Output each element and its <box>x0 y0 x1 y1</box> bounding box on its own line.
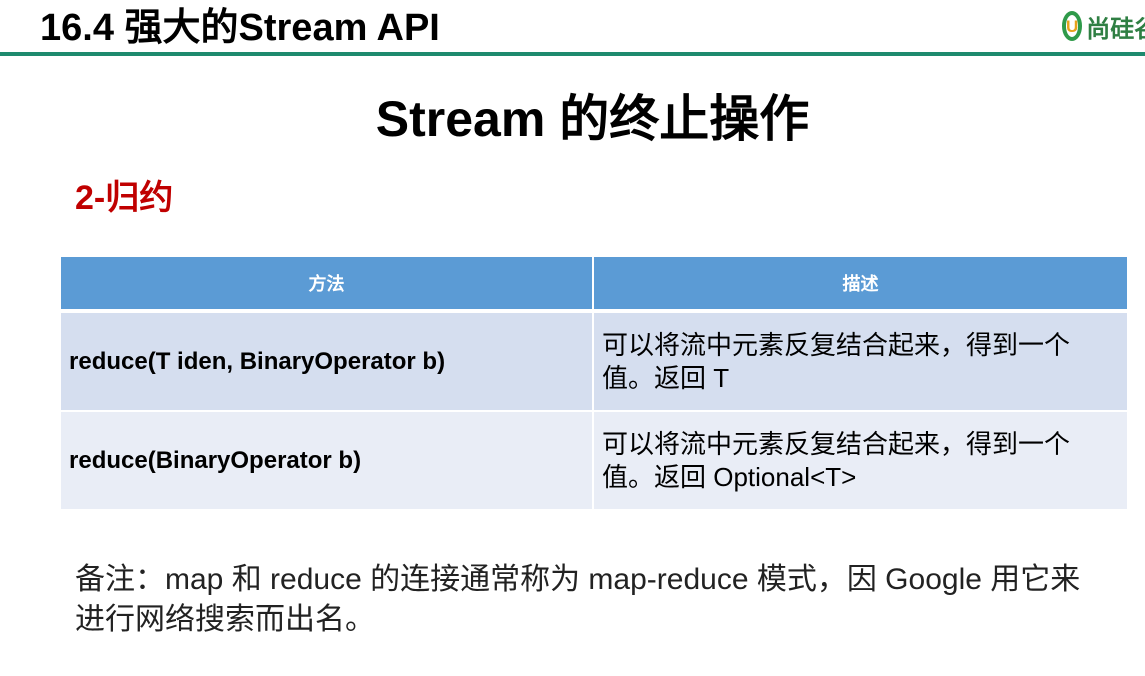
header-title: 16.4 强大的Stream API <box>40 7 440 49</box>
brand-logo: U 尚硅谷 <box>1062 8 1145 44</box>
description-cell: 可以将流中元素反复结合起来，得到一个值。返回 Optional<T> <box>593 411 1127 511</box>
method-cell: reduce(BinaryOperator b) <box>61 411 594 511</box>
column-header-method: 方法 <box>61 257 594 313</box>
methods-table: 方法 描述 reduce(T iden, BinaryOperator b) 可… <box>61 257 1127 511</box>
column-header-description: 描述 <box>593 257 1127 313</box>
header-divider <box>0 52 1145 56</box>
description-cell: 可以将流中元素反复结合起来，得到一个值。返回 T <box>593 311 1127 412</box>
table-row: reduce(T iden, BinaryOperator b) 可以将流中元素… <box>61 311 1127 412</box>
logo-text: 尚硅谷 <box>1086 15 1145 43</box>
footnote: 备注：map 和 reduce 的连接通常称为 map-reduce 模式，因 … <box>75 563 1081 636</box>
slide-title: Stream 的终止操作 <box>375 91 810 147</box>
slide-header: 16.4 强大的Stream API U 尚硅谷 <box>0 0 1145 60</box>
table-header-row: 方法 描述 <box>61 257 1127 313</box>
table-row: reduce(BinaryOperator b) 可以将流中元素反复结合起来，得… <box>61 411 1127 511</box>
logo-u-icon: U <box>1062 11 1083 41</box>
method-cell: reduce(T iden, BinaryOperator b) <box>61 311 594 412</box>
section-title: 2-归约 <box>75 179 174 217</box>
